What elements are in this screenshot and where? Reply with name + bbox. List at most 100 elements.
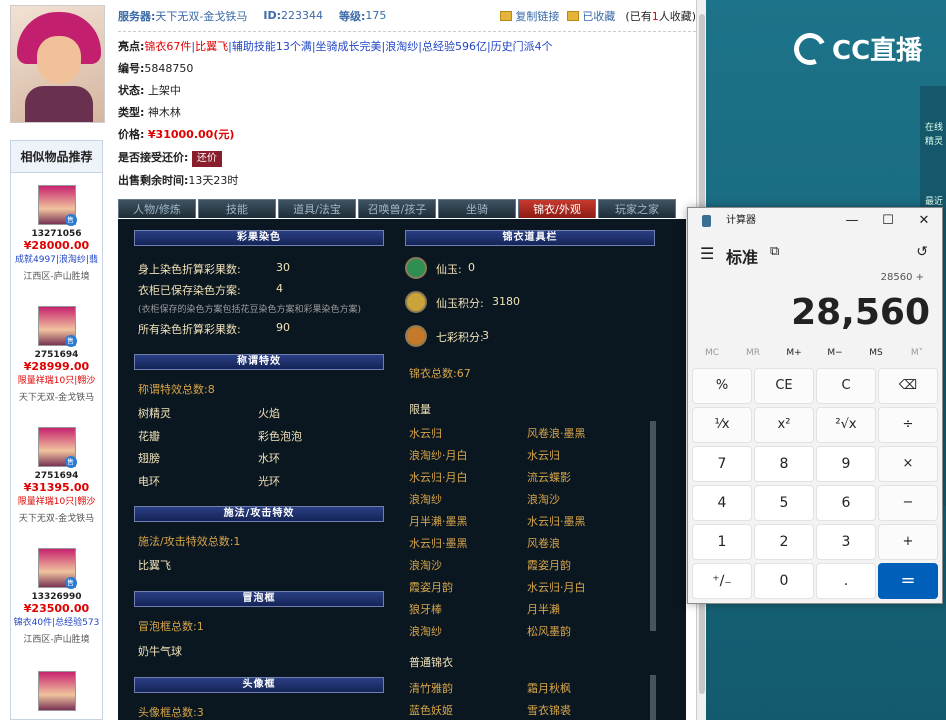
calc-key-3-2[interactable]: 6 — [816, 485, 876, 521]
calc-key-2-3[interactable]: × — [878, 446, 938, 482]
history-icon[interactable]: ↺ — [916, 244, 928, 260]
limited-costume-item: 浪淘沙 — [409, 559, 442, 572]
price-value: ¥31000.00(元) — [147, 128, 235, 141]
stream-side-sprite[interactable]: 精灵 — [923, 136, 945, 149]
tab-6[interactable]: 玩家之家 — [598, 199, 676, 218]
id-label: ID: — [263, 9, 281, 22]
similar-item-avatar: 售 — [37, 306, 77, 347]
similar-item[interactable]: 售 2751694 ¥28999.00 限量祥瑞10只|翱沙 天下无双-金戈铁马 — [11, 306, 102, 403]
copy-link-button[interactable]: 复制链接 — [500, 8, 559, 24]
tab-2[interactable]: 道具/法宝 — [278, 199, 356, 218]
calculator-window: 计算器 — ☐ ✕ ☰ 标准 ⧉ ↺ 28560 + 28,560 MC MR M+… — [687, 207, 943, 604]
avatar-frame-count: 头像框总数:3 — [138, 706, 204, 719]
title-effect-item: 电环 — [138, 474, 160, 488]
calc-key-0-3[interactable]: ⌫ — [878, 368, 938, 404]
dye-label-2: 衣柜已保存染色方案: — [138, 284, 241, 297]
similar-item-price: ¥28999.00 — [23, 360, 90, 373]
title-effect-item: 光环 — [258, 474, 280, 488]
limited-label: 限量 — [409, 403, 431, 416]
limited-costume-item: 浪淘纱 — [409, 493, 442, 506]
favorite-button[interactable]: 已收藏 — [567, 8, 615, 24]
similar-item-tags: 锦衣40件|总经验573 — [13, 618, 100, 628]
highlight-3[interactable]: |辅助技能13个满|坐骑成长完美|浪淘纱|总经验596亿|历史门派4个 — [228, 40, 553, 53]
calc-key-1-0[interactable]: ¹⁄x — [692, 407, 752, 443]
level-label: 等级: — [339, 9, 366, 23]
calc-key-2-0[interactable]: 7 — [692, 446, 752, 482]
type-value: 神木林 — [147, 106, 181, 119]
cc-logo: CC直播 — [789, 27, 922, 70]
tab-4[interactable]: 坐骑 — [438, 199, 516, 218]
memory-button-0[interactable]: MC — [692, 348, 732, 358]
counter-offer-button[interactable]: 还价 — [191, 151, 222, 167]
calc-key-3-1[interactable]: 5 — [754, 485, 814, 521]
highlight-2[interactable]: 比翼飞 — [195, 40, 228, 53]
limited-costume-item: 水云归 — [409, 427, 442, 440]
keep-on-top-icon[interactable]: ⧉ — [770, 244, 779, 259]
calc-key-1-1[interactable]: x² — [754, 407, 814, 443]
title-effect-item: 翅膀 — [138, 452, 160, 465]
calc-display: 28,560 — [791, 292, 930, 333]
tab-5[interactable]: 锦衣/外观 — [518, 199, 596, 218]
similar-item-avatar: 售 — [37, 548, 77, 589]
currency-icon — [405, 325, 427, 347]
status-value: 上架中 — [147, 84, 181, 97]
calc-key-3-3[interactable]: − — [878, 485, 938, 521]
tab-0[interactable]: 人物/修炼 — [118, 199, 196, 218]
calc-app-title: 计算器 — [726, 215, 756, 226]
similar-item-id: 13271056 — [31, 229, 82, 239]
highlight-0[interactable]: 锦衣67件 — [144, 40, 191, 53]
title-effect-item: 花瓣 — [138, 429, 160, 443]
similar-item-id: 2751694 — [34, 471, 79, 481]
similar-item[interactable]: 售 2751694 ¥31395.00 限量祥瑞10只|翱沙 天下无双-金戈铁马 — [11, 427, 102, 524]
similar-item-partial[interactable] — [11, 671, 102, 711]
memory-button-2[interactable]: M+ — [774, 348, 814, 358]
calc-key-4-3[interactable]: + — [878, 524, 938, 560]
memory-button-4[interactable]: MS — [856, 348, 896, 358]
skill-effects-count: 施法/攻击特效总数:1 — [138, 535, 241, 548]
similar-item-server: 天下无双-金戈铁马 — [18, 393, 95, 403]
similar-item[interactable]: 售 13326990 ¥23500.00 锦衣40件|总经验573 江西区-庐山胜境 — [11, 548, 102, 645]
limited-costume-item: 风卷浪·墨黑 — [527, 427, 586, 440]
similar-item-server: 江西区-庐山胜境 — [23, 635, 90, 645]
memory-button-3[interactable]: M− — [815, 348, 855, 358]
panel-scrollbar-2[interactable] — [650, 675, 656, 720]
calc-key-1-3[interactable]: ÷ — [878, 407, 938, 443]
character-avatar — [10, 5, 105, 123]
memory-button-5[interactable]: M˅ — [897, 348, 937, 358]
calc-key-0-0[interactable]: % — [692, 368, 752, 404]
calc-key-5-3[interactable]: = — [878, 563, 938, 599]
calc-key-1-2[interactable]: ²√x — [816, 407, 876, 443]
stream-side-online[interactable]: 在线 — [923, 122, 945, 135]
close-button[interactable]: ✕ — [906, 208, 942, 234]
normal-label: 普通锦衣 — [409, 656, 453, 669]
memory-button-1[interactable]: MR — [733, 348, 773, 358]
minimize-button[interactable]: — — [834, 208, 870, 234]
calc-key-2-1[interactable]: 8 — [754, 446, 814, 482]
similar-item-server: 天下无双-金戈铁马 — [18, 514, 95, 524]
similar-item[interactable]: 售 13271056 ¥28000.00 成就4997|浪淘纱|翡 江西区-庐山胜境 — [11, 185, 102, 282]
cc-logo-icon — [789, 27, 831, 70]
calc-key-5-2[interactable]: . — [816, 563, 876, 599]
similar-item-tags: 限量祥瑞10只|翱沙 — [17, 497, 96, 507]
calc-key-4-1[interactable]: 2 — [754, 524, 814, 560]
calc-key-2-2[interactable]: 9 — [816, 446, 876, 482]
title-effect-item: 彩色泡泡 — [258, 429, 302, 443]
calc-key-4-0[interactable]: 1 — [692, 524, 752, 560]
wardrobe-items-header: 锦衣道具栏 — [405, 230, 655, 246]
tab-3[interactable]: 召唤兽/孩子 — [358, 199, 436, 218]
sale-badge-icon: 售 — [64, 456, 77, 468]
maximize-button[interactable]: ☐ — [870, 208, 906, 234]
title-effect-item: 火焰 — [258, 407, 280, 420]
calc-key-5-0[interactable]: ⁺∕₋ — [692, 563, 752, 599]
calc-key-0-1[interactable]: CE — [754, 368, 814, 404]
calc-key-0-2[interactable]: C — [816, 368, 876, 404]
calc-key-4-2[interactable]: 3 — [816, 524, 876, 560]
calc-key-3-0[interactable]: 4 — [692, 485, 752, 521]
currency-icon — [405, 291, 427, 313]
menu-icon[interactable]: ☰ — [700, 244, 714, 263]
panel-scrollbar[interactable] — [650, 421, 656, 631]
calc-key-5-1[interactable]: 0 — [754, 563, 814, 599]
tab-1[interactable]: 技能 — [198, 199, 276, 218]
similar-item-tags: 成就4997|浪淘纱|翡 — [15, 255, 98, 265]
skill-effects-header: 施法/攻击特效 — [134, 506, 384, 522]
